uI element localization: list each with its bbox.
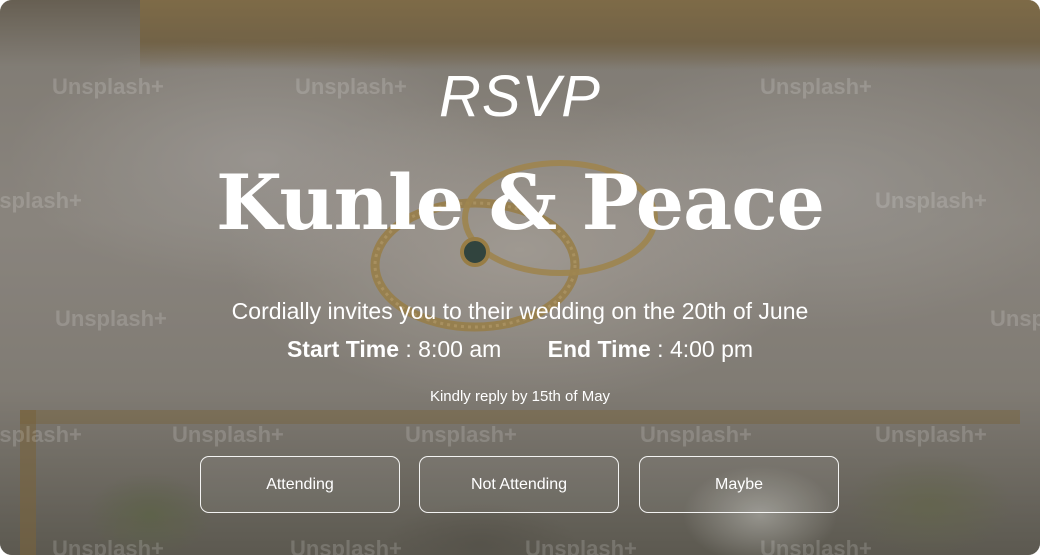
start-time-value: 8:00 am	[418, 336, 502, 362]
reply-deadline: Kindly reply by 15th of May	[429, 388, 611, 405]
time-separator: :	[650, 336, 670, 362]
time-separator: :	[399, 336, 419, 362]
start-time-label: Start Time	[286, 336, 399, 362]
attending-button[interactable]: Attending	[200, 456, 400, 513]
rsvp-card: Unsplash+ Unsplash+ Unsplash+ Unsplash+ …	[0, 0, 1040, 555]
end-time-label: End Time	[547, 336, 651, 362]
event-times: Start Time : 8:00 am End Time : 4:00 pm	[0, 334, 1040, 364]
not-attending-button[interactable]: Not Attending	[419, 456, 619, 513]
end-time: End Time : 4:00 pm	[548, 334, 753, 364]
invitation-text: Cordially invites you to their wedding o…	[231, 298, 809, 324]
rsvp-heading: RSVP	[439, 64, 601, 129]
couple-names: Kunle & Peace	[216, 158, 825, 247]
maybe-button[interactable]: Maybe	[639, 456, 839, 513]
end-time-value: 4:00 pm	[669, 336, 754, 362]
start-time: Start Time : 8:00 am	[287, 334, 501, 364]
